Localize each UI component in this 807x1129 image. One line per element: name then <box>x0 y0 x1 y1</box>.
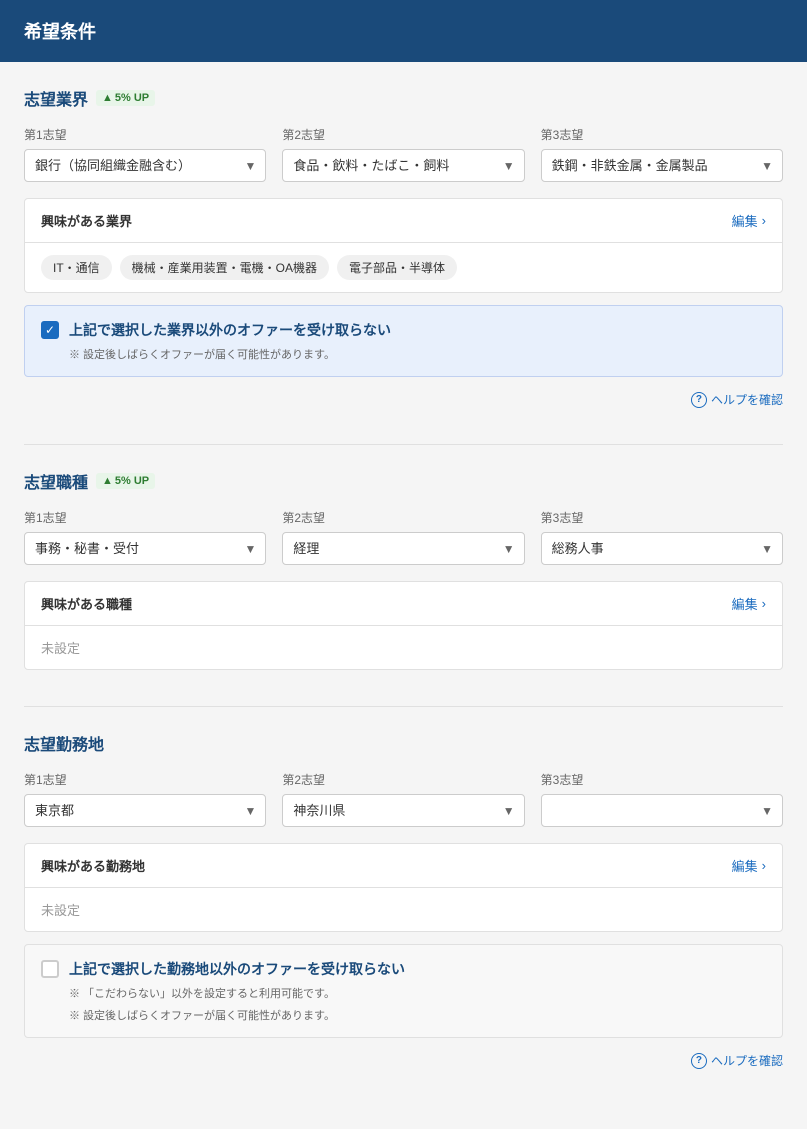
industry-checkbox-icon[interactable]: ✓ <box>41 321 59 339</box>
industry-edit-button[interactable]: 編集 › <box>732 211 766 230</box>
industry-help-row: ? ヘルプを確認 <box>24 389 783 408</box>
job-second-label: 第2志望 <box>282 509 524 526</box>
job-first-col: 第1志望 事務・秘書・受付 ▼ <box>24 509 266 565</box>
location-section-title: 志望勤務地 <box>24 731 783 755</box>
industry-third-col: 第3志望 鉄鋼・非鉄金属・金属製品 ▼ <box>541 126 783 182</box>
job-third-select[interactable]: 総務人事 <box>541 532 783 565</box>
page-title: 希望条件 <box>24 22 96 42</box>
industry-third-select-wrapper: 鉄鋼・非鉄金属・金属製品 ▼ <box>541 149 783 182</box>
location-checkbox-note-1: ※ 「こだわらない」以外を設定すると利用可能です。 <box>69 985 766 1001</box>
industry-help-icon: ? <box>691 392 707 408</box>
job-first-select[interactable]: 事務・秘書・受付 <box>24 532 266 565</box>
industry-interest-card-body: IT・通信 機械・産業用装置・電機・OA機器 電子部品・半導体 <box>25 243 782 292</box>
location-third-col: 第3志望 ▼ <box>541 771 783 827</box>
location-first-label: 第1志望 <box>24 771 266 788</box>
industry-tag-0: IT・通信 <box>41 255 112 280</box>
industry-edit-chevron-icon: › <box>762 213 766 228</box>
location-checkbox-icon[interactable] <box>41 960 59 978</box>
industry-first-select-wrapper: 銀行（協同組織金融含む） ▼ <box>24 149 266 182</box>
job-third-col: 第3志望 総務人事 ▼ <box>541 509 783 565</box>
industry-second-col: 第2志望 食品・飲料・たばこ・飼料 ▼ <box>282 126 524 182</box>
location-third-select[interactable] <box>541 794 783 827</box>
location-checkbox-row: 上記で選択した勤務地以外のオファーを受け取らない <box>41 959 766 979</box>
industry-interest-card: 興味がある業界 編集 › IT・通信 機械・産業用装置・電機・OA機器 電子部品… <box>24 198 783 293</box>
divider-2 <box>24 706 783 707</box>
job-first-label: 第1志望 <box>24 509 266 526</box>
job-edit-button[interactable]: 編集 › <box>732 594 766 613</box>
job-edit-chevron-icon: › <box>762 596 766 611</box>
industry-checkmark: ✓ <box>45 324 55 336</box>
job-interest-title: 興味がある職種 <box>41 594 132 613</box>
location-interest-title: 興味がある勤務地 <box>41 856 145 875</box>
industry-up-badge: ▲ 5% UP <box>96 90 155 106</box>
location-second-select-wrapper: 神奈川県 ▼ <box>282 794 524 827</box>
location-interest-card-header: 興味がある勤務地 編集 › <box>25 844 782 888</box>
job-second-select-wrapper: 経理 ▼ <box>282 532 524 565</box>
job-second-select[interactable]: 経理 <box>282 532 524 565</box>
location-help-icon: ? <box>691 1053 707 1069</box>
industry-first-select[interactable]: 銀行（協同組織金融含む） <box>24 149 266 182</box>
industry-section-title: 志望業界 ▲ 5% UP <box>24 86 783 110</box>
job-third-select-wrapper: 総務人事 ▼ <box>541 532 783 565</box>
location-second-select[interactable]: 神奈川県 <box>282 794 524 827</box>
industry-checkbox-label: 上記で選択した業界以外のオファーを受け取らない <box>69 320 391 340</box>
industry-section: 志望業界 ▲ 5% UP 第1志望 銀行（協同組織金融含む） ▼ 第2志望 <box>24 86 783 408</box>
job-interest-card-header: 興味がある職種 編集 › <box>25 582 782 626</box>
page-header: 希望条件 <box>0 0 807 62</box>
location-first-select-wrapper: 東京都 ▼ <box>24 794 266 827</box>
location-checkbox-note-2: ※ 設定後しばらくオファーが届く可能性があります。 <box>69 1007 766 1023</box>
job-first-select-wrapper: 事務・秘書・受付 ▼ <box>24 532 266 565</box>
industry-interest-title: 興味がある業界 <box>41 211 132 230</box>
industry-checkbox-row: ✓ 上記で選択した業界以外のオファーを受け取らない <box>41 320 766 340</box>
industry-checkbox-card: ✓ 上記で選択した業界以外のオファーを受け取らない ※ 設定後しばらくオファーが… <box>24 305 783 377</box>
location-edit-button[interactable]: 編集 › <box>732 856 766 875</box>
industry-first-label: 第1志望 <box>24 126 266 143</box>
industry-help-button[interactable]: ? ヘルプを確認 <box>691 391 783 408</box>
industry-third-select[interactable]: 鉄鋼・非鉄金属・金属製品 <box>541 149 783 182</box>
job-up-badge: ▲ 5% UP <box>96 473 155 489</box>
location-section: 志望勤務地 第1志望 東京都 ▼ 第2志望 神奈川県 ▼ <box>24 731 783 1069</box>
job-section-title: 志望職種 ▲ 5% UP <box>24 469 783 493</box>
industry-third-label: 第3志望 <box>541 126 783 143</box>
job-preference-row: 第1志望 事務・秘書・受付 ▼ 第2志望 経理 ▼ 第3志望 <box>24 509 783 565</box>
job-interest-card: 興味がある職種 編集 › 未設定 <box>24 581 783 670</box>
location-first-col: 第1志望 東京都 ▼ <box>24 771 266 827</box>
job-section: 志望職種 ▲ 5% UP 第1志望 事務・秘書・受付 ▼ 第2志望 <box>24 469 783 670</box>
location-first-select[interactable]: 東京都 <box>24 794 266 827</box>
location-help-button[interactable]: ? ヘルプを確認 <box>691 1052 783 1069</box>
up-arrow-icon: ▲ <box>102 92 113 104</box>
location-interest-card: 興味がある勤務地 編集 › 未設定 <box>24 843 783 932</box>
location-third-select-wrapper: ▼ <box>541 794 783 827</box>
industry-checkbox-note: ※ 設定後しばらくオファーが届く可能性があります。 <box>69 346 766 362</box>
industry-interest-card-header: 興味がある業界 編集 › <box>25 199 782 243</box>
location-preference-row: 第1志望 東京都 ▼ 第2志望 神奈川県 ▼ 第3志望 <box>24 771 783 827</box>
location-edit-chevron-icon: › <box>762 858 766 873</box>
location-unset-text: 未設定 <box>25 888 782 931</box>
divider-1 <box>24 444 783 445</box>
location-second-col: 第2志望 神奈川県 ▼ <box>282 771 524 827</box>
job-second-col: 第2志望 経理 ▼ <box>282 509 524 565</box>
industry-second-select[interactable]: 食品・飲料・たばこ・飼料 <box>282 149 524 182</box>
industry-first-col: 第1志望 銀行（協同組織金融含む） ▼ <box>24 126 266 182</box>
industry-preference-row: 第1志望 銀行（協同組織金融含む） ▼ 第2志望 食品・飲料・たばこ・飼料 ▼ <box>24 126 783 182</box>
job-up-arrow-icon: ▲ <box>102 475 113 487</box>
industry-second-label: 第2志望 <box>282 126 524 143</box>
location-second-label: 第2志望 <box>282 771 524 788</box>
industry-tag-2: 電子部品・半導体 <box>337 255 457 280</box>
location-checkbox-label: 上記で選択した勤務地以外のオファーを受け取らない <box>69 959 405 979</box>
location-third-label: 第3志望 <box>541 771 783 788</box>
location-help-row: ? ヘルプを確認 <box>24 1050 783 1069</box>
industry-second-select-wrapper: 食品・飲料・たばこ・飼料 ▼ <box>282 149 524 182</box>
job-third-label: 第3志望 <box>541 509 783 526</box>
job-unset-text: 未設定 <box>25 626 782 669</box>
industry-tag-1: 機械・産業用装置・電機・OA機器 <box>120 255 329 280</box>
